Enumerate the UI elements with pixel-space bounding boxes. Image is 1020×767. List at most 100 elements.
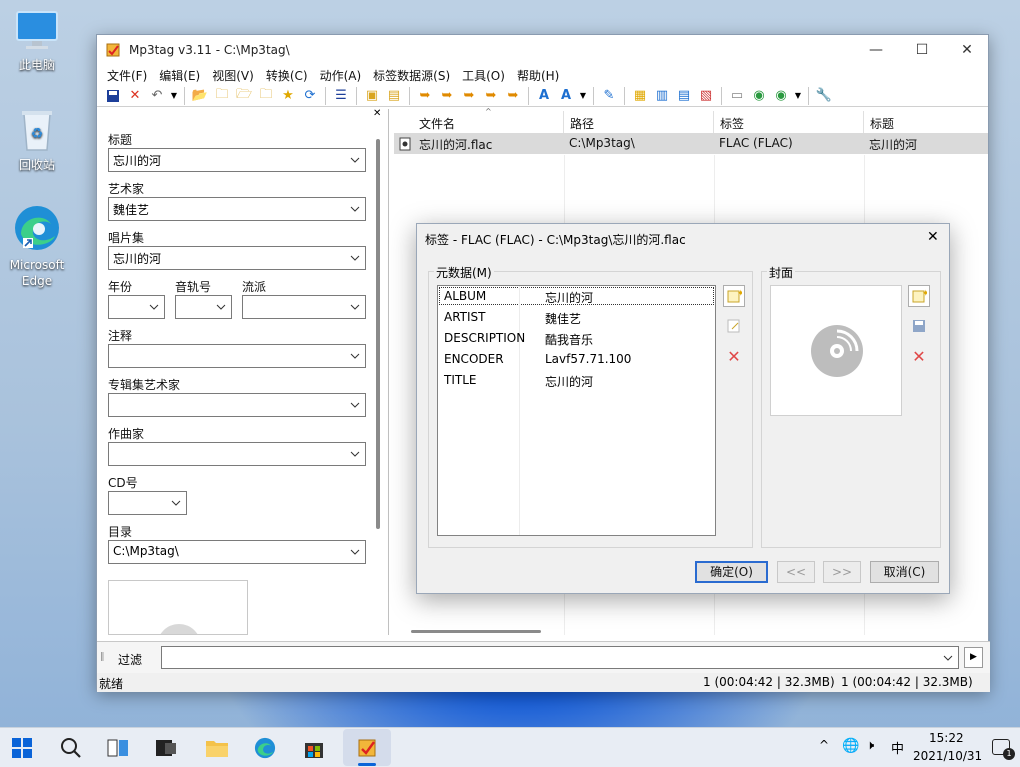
- filename-filename-icon[interactable]: ➥: [459, 86, 479, 106]
- clock-date[interactable]: 2021/10/31: [913, 749, 982, 763]
- close-button[interactable]: ✕: [944, 35, 990, 65]
- menu-edit[interactable]: 编辑(E): [153, 67, 206, 84]
- undo-dropdown-icon[interactable]: ▼: [169, 86, 179, 106]
- folder-favorites-icon[interactable]: 🗀: [256, 86, 276, 106]
- filename-tag-icon[interactable]: ➥: [437, 86, 457, 106]
- add-dir-icon[interactable]: 🗀: [212, 86, 232, 106]
- toolbar: ✕ ↶ ▼ 📂 🗀 🗁 🗀 ★ ⟳ ☰ ▣ ▤ ➥ ➥ ➥ ➥ ➥ A A ▼ …: [97, 85, 988, 107]
- menu-tools[interactable]: 工具(O): [456, 67, 511, 84]
- edit-field-button[interactable]: [723, 315, 745, 337]
- file-explorer-button[interactable]: [204, 735, 230, 761]
- album-artist-field[interactable]: [108, 393, 366, 417]
- column-header-tag[interactable]: 标签: [714, 111, 864, 133]
- panel-close-icon[interactable]: ✕: [373, 108, 381, 119]
- column-header-title[interactable]: 标题: [864, 111, 988, 133]
- cover-preview[interactable]: [770, 285, 902, 416]
- filter-go-button[interactable]: ▶: [964, 647, 983, 668]
- metadata-row[interactable]: ALBUM 忘川的河: [444, 289, 714, 307]
- metadata-row[interactable]: TITLE 忘川的河: [444, 373, 714, 391]
- change-dir-icon[interactable]: 📂: [190, 86, 210, 106]
- mp3tag-taskbar-button[interactable]: [354, 735, 380, 761]
- actions-dropdown-icon[interactable]: ▼: [578, 86, 588, 106]
- menu-actions[interactable]: 动作(A): [314, 67, 368, 84]
- metadata-row[interactable]: DESCRIPTION 酷我音乐: [444, 331, 714, 349]
- tray-overflow-icon[interactable]: ^: [819, 738, 829, 752]
- menu-file[interactable]: 文件(F): [101, 67, 153, 84]
- title-field[interactable]: 忘川的河: [108, 148, 366, 172]
- menu-view[interactable]: 视图(V): [206, 67, 260, 84]
- comment-label: 注释: [108, 329, 133, 343]
- year-field[interactable]: [108, 295, 165, 319]
- add-field-button[interactable]: ✦: [723, 285, 745, 307]
- text-tag-icon[interactable]: ➥: [481, 86, 501, 106]
- web-source-icon[interactable]: ◉: [749, 86, 769, 106]
- save-cover-button[interactable]: [908, 315, 930, 337]
- store-button[interactable]: [301, 735, 327, 761]
- tag-filename-icon[interactable]: ➥: [415, 86, 435, 106]
- cancel-button[interactable]: 取消(C): [870, 561, 939, 583]
- directory-field[interactable]: C:\Mp3tag\: [108, 540, 366, 564]
- tag-panel-icon[interactable]: ▦: [630, 86, 650, 106]
- options-wrench-icon[interactable]: 🔧: [814, 86, 834, 106]
- remove-tag-icon[interactable]: ✕: [125, 86, 145, 106]
- favorites-star-icon[interactable]: ★: [278, 86, 298, 106]
- filter-grip-icon: ‖: [100, 652, 105, 662]
- save-icon[interactable]: [103, 86, 123, 106]
- tag-panel-scrollbar[interactable]: [376, 139, 380, 529]
- freedb-icon[interactable]: ▭: [727, 86, 747, 106]
- album-field[interactable]: 忘川的河: [108, 246, 366, 270]
- network-icon[interactable]: 🌐: [842, 738, 859, 754]
- cd-number-field[interactable]: [108, 491, 187, 515]
- filter-input[interactable]: [161, 646, 959, 669]
- cover-art-preview[interactable]: [108, 580, 248, 635]
- track-field[interactable]: [175, 295, 232, 319]
- ime-indicator[interactable]: 中: [891, 738, 904, 757]
- genre-field[interactable]: [242, 295, 366, 319]
- maximize-button[interactable]: ☐: [899, 35, 945, 65]
- extended-tags-icon[interactable]: ▧: [696, 86, 716, 106]
- desktop-icon-edge[interactable]: Microsoft Edge: [2, 204, 72, 289]
- dialog-close-button[interactable]: ✕: [927, 229, 939, 245]
- metadata-row[interactable]: ENCODER Lavf57.71.100: [444, 352, 714, 370]
- desktop-icon-recycle-bin[interactable]: ♻ 回收站: [2, 108, 72, 173]
- minimize-button[interactable]: —: [853, 35, 899, 65]
- tag-sources-icon[interactable]: ◉: [771, 86, 791, 106]
- case-convert-icon[interactable]: A: [534, 86, 554, 106]
- composer-field[interactable]: [108, 442, 366, 466]
- list-view-icon[interactable]: ▤: [674, 86, 694, 106]
- print-icon[interactable]: ▤: [384, 86, 404, 106]
- actions-icon[interactable]: A: [556, 86, 576, 106]
- tag-tag-icon[interactable]: ➥: [503, 86, 523, 106]
- refresh-icon[interactable]: ⟳: [300, 86, 320, 106]
- task-view-button[interactable]: [105, 735, 131, 761]
- artist-field[interactable]: 魏佳艺: [108, 197, 366, 221]
- start-button[interactable]: [9, 735, 35, 761]
- delete-field-button[interactable]: ✕: [723, 345, 745, 367]
- ok-button[interactable]: 确定(O): [695, 561, 768, 583]
- metadata-row[interactable]: ARTIST 魏佳艺: [444, 310, 714, 328]
- horizontal-scrollbar[interactable]: [411, 630, 541, 633]
- delete-cover-button[interactable]: ✕: [908, 345, 930, 367]
- export-icon[interactable]: ▣: [362, 86, 382, 106]
- volume-muted-icon[interactable]: 🕨: [866, 738, 874, 753]
- menu-convert[interactable]: 转换(C): [260, 67, 314, 84]
- columns-icon[interactable]: ▥: [652, 86, 672, 106]
- add-cover-button[interactable]: ✦: [908, 285, 930, 307]
- playlist-icon[interactable]: ☰: [331, 86, 351, 106]
- tag-sources-dropdown-icon[interactable]: ▼: [793, 86, 803, 106]
- search-button[interactable]: [58, 735, 84, 761]
- notification-icon[interactable]: 1: [992, 739, 1015, 760]
- desktop-icon-this-pc[interactable]: 此电脑: [2, 10, 72, 73]
- next-button[interactable]: >>: [823, 561, 861, 583]
- undo-icon[interactable]: ↶: [147, 86, 167, 106]
- clock-time[interactable]: 15:22: [929, 731, 964, 745]
- folder-up-icon[interactable]: 🗁: [234, 86, 254, 106]
- comment-field[interactable]: [108, 344, 366, 368]
- widgets-button[interactable]: [153, 735, 179, 761]
- previous-button[interactable]: <<: [777, 561, 815, 583]
- column-header-path[interactable]: 路径: [564, 111, 714, 133]
- menu-help[interactable]: 帮助(H): [511, 67, 565, 84]
- menu-tag-sources[interactable]: 标签数据源(S): [367, 67, 456, 84]
- edit-tag-icon[interactable]: ✎: [599, 86, 619, 106]
- edge-button[interactable]: [252, 735, 278, 761]
